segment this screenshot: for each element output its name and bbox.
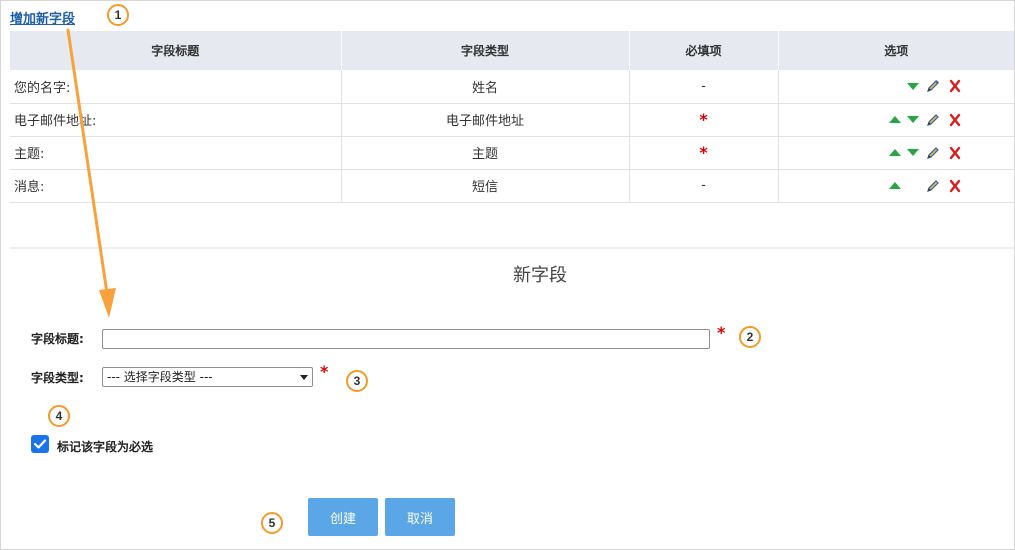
cell-required: - bbox=[629, 169, 779, 203]
callout-5: 5 bbox=[261, 512, 283, 534]
header-field-type: 字段类型 bbox=[341, 31, 630, 70]
cell-title: 您的名字: bbox=[10, 70, 342, 104]
triangle-up-icon[interactable] bbox=[888, 116, 901, 123]
cell-title: 主题: bbox=[10, 136, 342, 170]
table-row: 您的名字: 姓名 - bbox=[10, 70, 1014, 104]
pencil-icon[interactable] bbox=[925, 78, 941, 94]
chevron-down-icon bbox=[300, 375, 308, 380]
pencil-icon[interactable] bbox=[925, 178, 941, 194]
table-header-row: 字段标题 字段类型 必填项 选项 bbox=[10, 31, 1014, 70]
required-star: * bbox=[699, 110, 708, 129]
cell-type: 主题 bbox=[341, 136, 630, 170]
cell-title: 消息: bbox=[10, 169, 342, 203]
field-type-select[interactable]: --- 选择字段类型 --- bbox=[102, 367, 313, 387]
empty-slot bbox=[889, 83, 901, 90]
create-button[interactable]: 创建 bbox=[308, 498, 378, 536]
cell-options bbox=[778, 70, 1014, 104]
table-row: 电子邮件地址: 电子邮件地址 * bbox=[10, 103, 1014, 137]
header-required: 必填项 bbox=[629, 31, 779, 70]
field-type-selected: --- 选择字段类型 --- bbox=[107, 370, 213, 384]
triangle-up-icon[interactable] bbox=[888, 149, 901, 156]
new-field-title: 新字段 bbox=[513, 265, 567, 286]
header-options: 选项 bbox=[778, 31, 1014, 70]
table-row: 消息: 短信 - bbox=[10, 169, 1014, 203]
field-type-label: 字段类型: bbox=[31, 371, 84, 385]
triangle-down-icon[interactable] bbox=[906, 149, 919, 156]
callout-3: 3 bbox=[346, 370, 368, 392]
header-field-title: 字段标题 bbox=[10, 31, 342, 70]
triangle-down-icon[interactable] bbox=[906, 116, 919, 123]
field-title-label: 字段标题: bbox=[31, 332, 84, 346]
cancel-button[interactable]: 取消 bbox=[385, 498, 455, 536]
cell-type: 姓名 bbox=[341, 70, 630, 104]
pencil-icon[interactable] bbox=[925, 112, 941, 128]
required-star: * bbox=[717, 323, 726, 342]
cell-type: 电子邮件地址 bbox=[341, 103, 630, 137]
cell-required: * bbox=[629, 103, 779, 137]
empty-slot bbox=[907, 182, 919, 189]
cell-type: 短信 bbox=[341, 169, 630, 203]
checkmark-icon bbox=[33, 439, 47, 449]
cell-options bbox=[778, 169, 1014, 203]
field-title-input[interactable] bbox=[102, 329, 710, 349]
callout-4: 4 bbox=[48, 405, 70, 427]
callout-2: 2 bbox=[739, 326, 761, 348]
new-field-panel: 新字段 bbox=[10, 247, 1014, 550]
cell-required: - bbox=[629, 70, 779, 104]
delete-x-icon[interactable] bbox=[947, 78, 963, 94]
required-star: * bbox=[699, 143, 708, 162]
cell-title: 电子邮件地址: bbox=[10, 103, 342, 137]
add-field-link[interactable]: 增加新字段 bbox=[10, 8, 75, 27]
delete-x-icon[interactable] bbox=[947, 178, 963, 194]
table-row: 主题: 主题 * bbox=[10, 136, 1014, 170]
delete-x-icon[interactable] bbox=[947, 145, 963, 161]
callout-1: 1 bbox=[107, 4, 129, 26]
delete-x-icon[interactable] bbox=[947, 112, 963, 128]
pencil-icon[interactable] bbox=[925, 145, 941, 161]
required-star: * bbox=[320, 362, 329, 381]
cell-options bbox=[778, 136, 1014, 170]
required-checkbox-label: 标记该字段为必选 bbox=[57, 440, 154, 454]
triangle-down-icon[interactable] bbox=[906, 82, 919, 90]
cell-options bbox=[778, 103, 1014, 137]
required-checkbox[interactable] bbox=[31, 435, 49, 453]
cell-required: * bbox=[629, 136, 779, 170]
fields-table: 字段标题 字段类型 必填项 选项 您的名字: 姓名 - 电子邮件地址: 电子邮件… bbox=[10, 31, 1014, 203]
triangle-up-icon[interactable] bbox=[888, 182, 901, 189]
